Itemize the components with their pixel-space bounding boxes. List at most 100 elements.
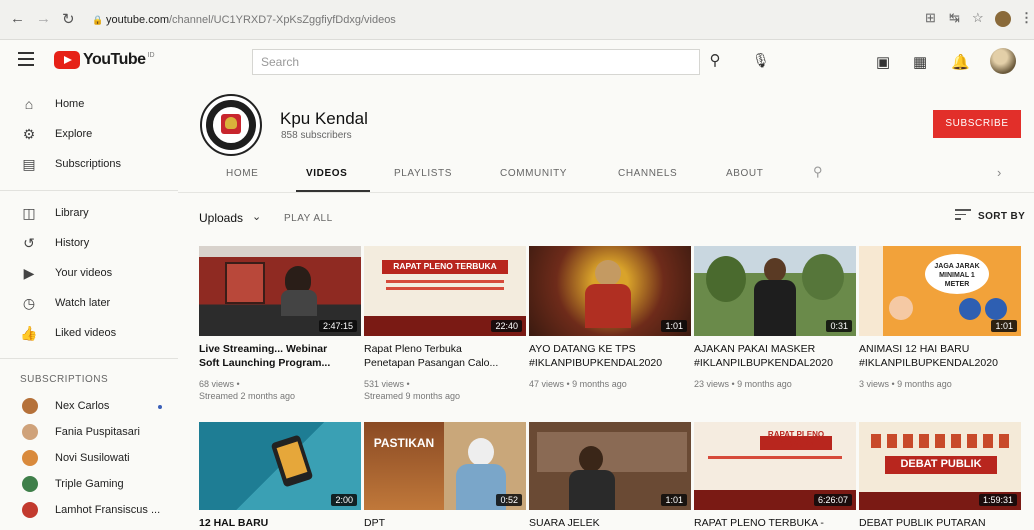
browser-menu-icon[interactable]: ⋮ <box>1020 10 1033 26</box>
tab-playlists[interactable]: PLAYLISTS <box>394 168 452 179</box>
youtube-header: YouTube ID Search ⚲ 🎙 ▣ ▦ 🔔 <box>0 40 1034 82</box>
clock-icon: ◷ <box>22 295 36 311</box>
thumb-side-band <box>859 246 883 336</box>
sort-by-button[interactable]: SORT BY <box>978 211 1025 222</box>
tab-community[interactable]: COMMUNITY <box>500 168 567 179</box>
chevron-right-icon[interactable]: › <box>997 165 1001 180</box>
tab-home[interactable]: HOME <box>226 168 258 179</box>
video-thumbnail[interactable]: 2:47:15 <box>199 246 361 336</box>
subscription-label: Fania Puspitasari <box>55 426 140 438</box>
video-title[interactable]: ANIMASI 12 HAI BARU #IKLANPILBUPKENDAL202… <box>859 342 1021 370</box>
account-avatar[interactable] <box>990 48 1016 74</box>
video-title[interactable]: Rapat Pleno Terbuka Penetapan Pasangan Ca… <box>364 342 526 370</box>
tab-about[interactable]: ABOUT <box>726 168 763 179</box>
video-title-line: Soft Launching Program... <box>199 357 331 369</box>
video-thumbnail[interactable]: 1:01 <box>529 246 691 336</box>
subscription-item[interactable]: Novi Susilowati <box>0 446 178 472</box>
youtube-play-icon <box>54 51 80 69</box>
video-thumbnail[interactable]: RAPAT PLENO TERBUKA 6:26:07 <box>694 422 856 510</box>
subscription-item[interactable]: Lamhot Fransiscus ... <box>0 498 178 524</box>
video-thumbnail[interactable]: PASTIKAN 0:52 <box>364 422 526 510</box>
video-thumbnail[interactable]: 1:01 <box>529 422 691 510</box>
uploads-dropdown[interactable]: Uploads <box>199 211 243 225</box>
bookmark-star-icon[interactable]: ☆ <box>972 10 984 26</box>
video-views: 68 views • <box>199 379 240 389</box>
channel-avatar <box>22 424 38 440</box>
tab-videos[interactable]: VIDEOS <box>306 168 347 179</box>
video-thumbnail[interactable]: RAPAT PLENO TERBUKA 22:40 <box>364 246 526 336</box>
tab-channels[interactable]: CHANNELS <box>618 168 677 179</box>
play-square-icon: ▶ <box>23 265 35 281</box>
channel-search-icon[interactable]: ⚲ <box>813 164 823 180</box>
play-all-button[interactable]: PLAY ALL <box>284 213 333 224</box>
sidebar-item-label: Subscriptions <box>55 158 122 170</box>
home-icon: ⌂ <box>24 96 34 112</box>
video-thumbnail[interactable]: 2:00 <box>199 422 361 510</box>
notifications-bell-icon[interactable]: 🔔 <box>951 53 970 71</box>
sidebar-item-home[interactable]: ⌂ Home <box>0 90 178 120</box>
channel-logo[interactable] <box>200 94 262 156</box>
video-title[interactable]: AYO DATANG KE TPS #IKLANPIBUPKENDAL2020 <box>529 342 691 370</box>
thumb-person-body <box>569 470 615 510</box>
video-title[interactable]: AJAKAN PAKAI MASKER #IKLANPILBUPKENDAL202… <box>694 342 856 370</box>
sidebar-item-subscriptions[interactable]: ▤ Subscriptions <box>0 150 178 180</box>
subscription-item[interactable]: Nex Carlos <box>0 394 178 420</box>
thumb-tree <box>706 256 746 302</box>
video-thumbnail[interactable]: DEBAT PUBLIK 1:59:31 <box>859 422 1021 510</box>
sidebar: ⌂ Home ⚙ Explore ▤ Subscriptions ◫ Libra… <box>0 82 178 528</box>
sidebar-item-your-videos[interactable]: ▶ Your videos <box>0 259 178 289</box>
video-duration: 1:59:31 <box>978 494 1017 506</box>
microphone-icon[interactable]: 🎙 <box>752 52 770 69</box>
apps-grid-icon[interactable]: ▦ <box>913 53 927 71</box>
channel-avatar <box>22 398 38 414</box>
channel-avatar <box>22 502 38 518</box>
subscription-label: Triple Gaming <box>55 478 124 490</box>
profile-avatar-icon[interactable] <box>995 11 1011 27</box>
sidebar-item-history[interactable]: ↺ History <box>0 229 178 259</box>
thumb-person-body <box>281 290 317 316</box>
sidebar-item-label: Home <box>55 98 85 110</box>
new-content-dot <box>158 405 162 409</box>
translate-icon[interactable]: ⊞ <box>925 10 936 26</box>
create-video-icon[interactable]: ▣ <box>876 53 890 71</box>
sidebar-item-label: Watch later <box>55 297 111 309</box>
video-duration: 6:26:07 <box>813 494 852 506</box>
subscription-item[interactable]: Triple Gaming <box>0 472 178 498</box>
chevron-down-icon[interactable]: ⌄ <box>252 210 261 223</box>
address-bar[interactable]: 🔒 youtube.com/channel/UC1YRXD7-XpKsZggfi… <box>90 8 900 32</box>
subscription-item[interactable]: Fania Puspitasari <box>0 420 178 446</box>
video-title-line: #IKLANPILBUPKENDAL2020 <box>694 357 833 369</box>
video-title-line: ANIMASI 12 HAI BARU <box>859 343 970 355</box>
subscribe-button[interactable]: SUBSCRIBE <box>933 110 1021 138</box>
sidebar-item-label: History <box>55 237 90 249</box>
sidebar-item-library[interactable]: ◫ Library <box>0 199 178 229</box>
video-meta: 23 views • 9 months ago <box>694 378 856 390</box>
share-icon[interactable]: ↹ <box>949 10 960 26</box>
video-title[interactable]: Live Streaming... Webinar Soft Launching … <box>199 342 361 370</box>
thumb-person <box>595 260 621 286</box>
forward-arrow-icon[interactable]: → <box>36 10 51 27</box>
video-thumbnail[interactable]: 0:31 <box>694 246 856 336</box>
thumb-character <box>985 298 1007 320</box>
subscription-label: Lamhot Fransiscus ... <box>55 504 161 516</box>
thumb-person <box>579 446 603 472</box>
video-duration: 2:00 <box>331 494 357 506</box>
sort-icon[interactable] <box>955 209 971 223</box>
reload-icon[interactable]: ↻ <box>62 10 75 28</box>
search-icon[interactable]: ⚲ <box>700 49 730 75</box>
country-code: ID <box>147 51 155 59</box>
youtube-logo[interactable]: YouTube ID <box>54 50 155 70</box>
video-duration: 0:52 <box>496 494 522 506</box>
video-title-line: Penetapan Pasangan Calo... <box>364 357 499 369</box>
sidebar-item-liked-videos[interactable]: 👍 Liked videos <box>0 319 178 349</box>
sidebar-item-explore[interactable]: ⚙ Explore <box>0 120 178 150</box>
sidebar-item-watch-later[interactable]: ◷ Watch later <box>0 289 178 319</box>
subscriptions-heading: SUBSCRIPTIONS <box>20 374 109 385</box>
search-input[interactable]: Search <box>252 49 700 75</box>
video-thumbnail[interactable]: JAGA JARAK MINIMAL 1 METER 1:01 <box>859 246 1021 336</box>
url-path: /channel/UC1YRXD7-XpKsZggfiyfDdxg/videos <box>168 14 396 26</box>
hamburger-menu-icon[interactable] <box>18 52 34 66</box>
back-arrow-icon[interactable]: ← <box>10 10 25 27</box>
video-duration: 2:47:15 <box>318 320 357 332</box>
video-title-line: AYO DATANG KE TPS <box>529 343 636 355</box>
